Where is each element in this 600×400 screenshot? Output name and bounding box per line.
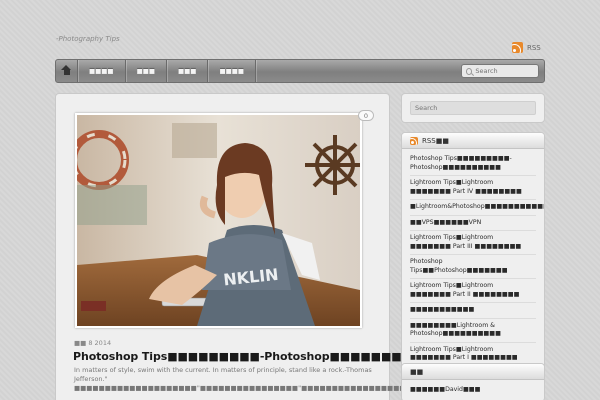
post-date: ■■ 8 2014 bbox=[74, 339, 112, 347]
sidebar-search-box[interactable] bbox=[410, 101, 536, 115]
rss-widget-header: RSS■■ bbox=[402, 133, 544, 149]
nav-search-input[interactable] bbox=[475, 67, 538, 75]
rss-widget-title: RSS■■ bbox=[422, 136, 449, 145]
nav-item-4[interactable]: ■■■■ bbox=[208, 60, 257, 82]
secondary-widget-list: ■■■■■■David■■■ bbox=[402, 380, 544, 400]
site-tagline: -Photography Tips bbox=[56, 35, 120, 43]
sidebar-search-input[interactable] bbox=[415, 104, 535, 112]
home-icon bbox=[61, 64, 71, 76]
nav-item-3[interactable]: ■■■ bbox=[167, 60, 209, 82]
rss-list-item[interactable]: Lightroom Tips■Lightroom ■■■■■■■ Part II… bbox=[410, 231, 536, 255]
rss-list-item[interactable]: ■Lightroom&Photoshop■■■■■■■■■■■■■■■ bbox=[410, 200, 544, 216]
nav-search-box[interactable] bbox=[461, 64, 539, 78]
rss-list-item[interactable]: Lightroom Tips■Lightroom ■■■■■■■ Part II… bbox=[410, 279, 536, 303]
post-title[interactable]: Photoshop Tips■■■■■■■■■-Photoshop■■■■■■■… bbox=[73, 350, 433, 363]
secondary-widget-title: ■■ bbox=[410, 367, 424, 376]
rss-list-item[interactable]: ■■■■■■■■■■■ bbox=[410, 303, 536, 319]
nav-item-2[interactable]: ■■■ bbox=[126, 60, 168, 82]
rss-list-item[interactable]: ■■■■■■■■Lightroom & Photoshop■■■■■■■■■■ bbox=[410, 319, 536, 343]
secondary-widget: ■■ ■■■■■■David■■■ bbox=[401, 363, 545, 400]
rss-link[interactable]: RSS bbox=[512, 42, 541, 53]
featured-photo: NKLIN bbox=[77, 115, 360, 326]
rss-list-item[interactable]: Photoshop Tips■■Photoshop■■■■■■■ bbox=[410, 255, 536, 279]
main-navigation: ■■■■ ■■■ ■■■ ■■■■ bbox=[55, 59, 545, 83]
rss-icon bbox=[512, 42, 523, 53]
rss-list-item[interactable]: Photoshop Tips■■■■■■■■■-Photoshop■■■■■■■… bbox=[410, 152, 536, 176]
secondary-widget-header: ■■ bbox=[402, 364, 544, 380]
post-card: NKLIN 0 ■■ 8 2014 Photoshop Tips■■■■■■■■… bbox=[55, 93, 467, 400]
search-icon bbox=[466, 67, 473, 75]
rss-widget: RSS■■ Photoshop Tips■■■■■■■■■-Photoshop■… bbox=[401, 132, 545, 370]
rss-widget-list: Photoshop Tips■■■■■■■■■-Photoshop■■■■■■■… bbox=[402, 149, 544, 369]
secondary-list-item[interactable]: ■■■■■■David■■■ bbox=[410, 383, 536, 398]
post-excerpt: In matters of style, swim with the curre… bbox=[74, 366, 467, 392]
nav-home-button[interactable] bbox=[56, 60, 78, 82]
rss-icon bbox=[410, 136, 418, 145]
featured-image[interactable]: NKLIN bbox=[75, 113, 362, 328]
nav-item-1[interactable]: ■■■■ bbox=[78, 60, 126, 82]
rss-list-item[interactable]: ■■VPS■■■■■■VPN bbox=[410, 216, 536, 231]
rss-list-item[interactable]: Lightroom Tips■Lightroom ■■■■■■■ Part IV… bbox=[410, 176, 536, 200]
comment-count-badge[interactable]: 0 bbox=[358, 110, 374, 121]
rss-label: RSS bbox=[527, 43, 541, 52]
sidebar-search-widget bbox=[401, 93, 545, 123]
